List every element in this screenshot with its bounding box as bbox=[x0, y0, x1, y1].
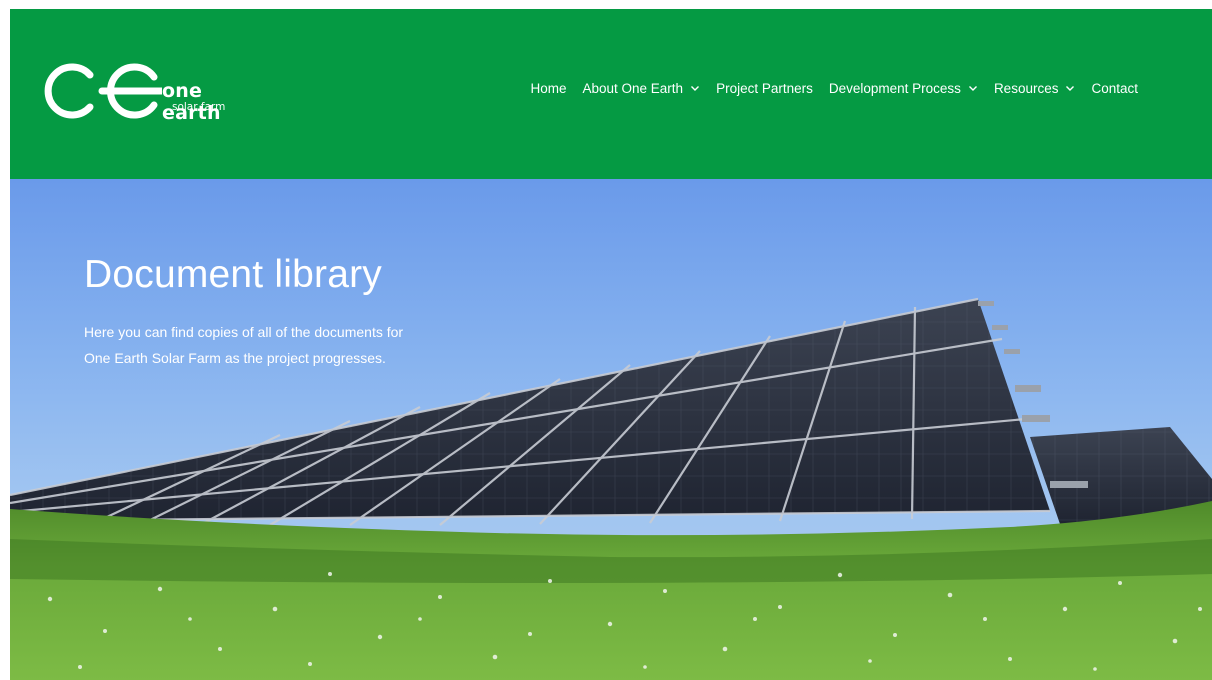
nav-development-process[interactable]: Development Process bbox=[829, 81, 978, 96]
nav-contact[interactable]: Contact bbox=[1091, 81, 1138, 96]
nav-label: Project Partners bbox=[716, 81, 813, 96]
chevron-down-icon bbox=[968, 86, 977, 91]
nav-label: Resources bbox=[993, 81, 1059, 96]
nav-label: Home bbox=[530, 81, 567, 96]
page: one earth solar farm Home About One Eart… bbox=[10, 9, 1212, 680]
site-logo-link[interactable]: one earth solar farm bbox=[42, 59, 262, 124]
main-nav: Home About One Earth Project Partners De… bbox=[514, 81, 1138, 96]
page-title: Document library bbox=[84, 253, 382, 296]
nav-resources[interactable]: Resources bbox=[994, 81, 1076, 96]
nav-about-one-earth[interactable]: About One Earth bbox=[583, 81, 701, 96]
nav-label: Contact bbox=[1091, 81, 1138, 96]
site-header: one earth solar farm Home About One Eart… bbox=[10, 9, 1212, 179]
chevron-down-icon bbox=[691, 86, 700, 91]
chevron-down-icon bbox=[1066, 86, 1075, 91]
nav-home[interactable]: Home bbox=[530, 81, 566, 96]
nav-label: Development Process bbox=[828, 81, 961, 96]
hero-description: Here you can find copies of all of the d… bbox=[84, 324, 404, 366]
nav-project-partners[interactable]: Project Partners bbox=[716, 81, 813, 96]
hero-banner: Document library Here you can find copie… bbox=[10, 179, 1212, 680]
one-earth-logo-icon bbox=[44, 63, 162, 119]
nav-label: About One Earth bbox=[582, 81, 684, 96]
logo-tagline: solar farm bbox=[172, 101, 226, 113]
